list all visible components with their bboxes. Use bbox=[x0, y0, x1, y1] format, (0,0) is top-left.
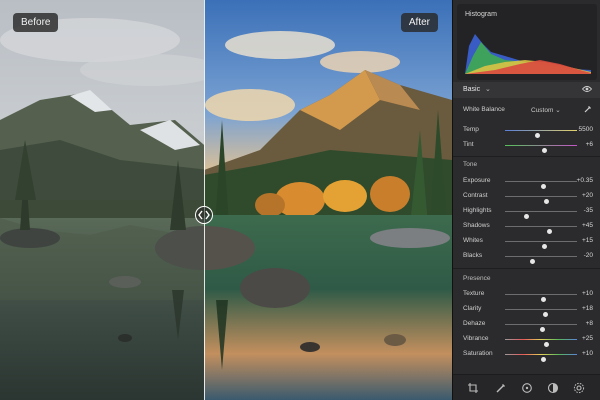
compare-divider[interactable] bbox=[204, 0, 205, 400]
slider-thumb[interactable] bbox=[534, 133, 540, 138]
slider-value[interactable]: +15 bbox=[582, 237, 593, 244]
slider-label: Contrast bbox=[463, 192, 488, 199]
slider-thumb[interactable] bbox=[540, 357, 546, 362]
slider-label: Vibrance bbox=[463, 335, 489, 342]
slider-label: Blacks bbox=[463, 252, 483, 259]
basic-title: Basic bbox=[463, 86, 481, 93]
slider-track[interactable] bbox=[505, 339, 577, 347]
slider-thumb[interactable] bbox=[542, 312, 548, 317]
slider-label: Temp bbox=[463, 126, 479, 133]
slider-thumb[interactable] bbox=[529, 259, 535, 264]
basic-section-header[interactable]: Basic ⌄ bbox=[453, 82, 600, 98]
slider-track[interactable] bbox=[505, 354, 577, 362]
eye-icon[interactable] bbox=[582, 85, 592, 93]
slider-track[interactable] bbox=[505, 324, 577, 332]
slider-exposure[interactable]: Exposure +0.35 bbox=[463, 175, 593, 189]
slider-thumb[interactable] bbox=[544, 342, 550, 347]
slider-value[interactable]: +8 bbox=[586, 320, 593, 327]
slider-highlights[interactable]: Highlights -35 bbox=[463, 205, 593, 219]
slider-vibrance[interactable]: Vibrance +25 bbox=[463, 333, 593, 347]
panel-divider bbox=[453, 156, 600, 157]
slider-label: Clarity bbox=[463, 305, 482, 312]
slider-label: Tint bbox=[463, 141, 474, 148]
histogram: Histogram bbox=[457, 4, 597, 80]
slider-track[interactable] bbox=[505, 211, 577, 219]
adjustments-panel: Histogram Basic ⌄ White Balance Custom ⌄… bbox=[452, 0, 600, 400]
white-balance-select[interactable]: Custom ⌄ bbox=[531, 106, 561, 114]
compare-handle[interactable] bbox=[195, 206, 213, 224]
slider-thumb[interactable] bbox=[547, 229, 553, 234]
color-icon[interactable] bbox=[547, 382, 559, 394]
slider-thumb[interactable] bbox=[539, 327, 545, 332]
slider-label: Shadows bbox=[463, 222, 490, 229]
eyedropper-icon[interactable] bbox=[583, 104, 593, 114]
slider-whites[interactable]: Whites +15 bbox=[463, 235, 593, 249]
filter-icon[interactable] bbox=[521, 382, 533, 394]
slider-track[interactable] bbox=[505, 196, 577, 204]
slider-value[interactable]: +18 bbox=[582, 305, 593, 312]
slider-contrast[interactable]: Contrast +20 bbox=[463, 190, 593, 204]
slider-clarity[interactable]: Clarity +18 bbox=[463, 303, 593, 317]
slider-texture[interactable]: Texture +10 bbox=[463, 288, 593, 302]
slider-thumb[interactable] bbox=[524, 214, 530, 219]
slider-track[interactable] bbox=[505, 226, 577, 234]
slider-track[interactable] bbox=[505, 256, 577, 264]
slider-thumb[interactable] bbox=[540, 297, 546, 302]
slider-value[interactable]: +0.35 bbox=[577, 177, 593, 184]
before-label: Before bbox=[13, 13, 59, 32]
after-label: After bbox=[400, 13, 438, 32]
slider-shadows[interactable]: Shadows +45 bbox=[463, 220, 593, 234]
landscape-photo bbox=[0, 0, 452, 400]
slider-track[interactable] bbox=[505, 130, 577, 138]
slider-blacks[interactable]: Blacks -20 bbox=[463, 250, 593, 264]
brush-icon[interactable] bbox=[495, 382, 507, 394]
slider-thumb[interactable] bbox=[542, 148, 548, 153]
photo-canvas[interactable]: Before After bbox=[0, 0, 452, 400]
settings-icon[interactable] bbox=[573, 382, 585, 394]
histogram-title: Histogram bbox=[465, 11, 497, 18]
crop-icon[interactable] bbox=[467, 382, 479, 394]
panel-divider bbox=[453, 268, 600, 269]
presence-section-title: Presence bbox=[463, 275, 491, 282]
chevron-down-icon: ⌄ bbox=[485, 86, 491, 93]
white-balance-value: Custom bbox=[531, 107, 554, 114]
white-balance-row: White Balance Custom ⌄ bbox=[463, 104, 593, 116]
slider-value[interactable]: -35 bbox=[584, 207, 593, 214]
slider-label: Saturation bbox=[463, 350, 493, 357]
slider-value[interactable]: +45 bbox=[582, 222, 593, 229]
chevron-down-icon: ⌄ bbox=[555, 107, 561, 114]
slider-value[interactable]: +20 bbox=[582, 192, 593, 199]
histogram-graph bbox=[465, 34, 591, 74]
slider-label: Dehaze bbox=[463, 320, 486, 327]
slider-track[interactable] bbox=[505, 309, 577, 317]
slider-value[interactable]: -20 bbox=[584, 252, 593, 259]
slider-saturation[interactable]: Saturation +10 bbox=[463, 348, 593, 362]
slider-temp[interactable]: Temp 5500 bbox=[463, 124, 593, 138]
white-balance-label: White Balance bbox=[463, 106, 505, 113]
slider-label: Whites bbox=[463, 237, 483, 244]
slider-value[interactable]: +6 bbox=[586, 141, 593, 148]
slider-track[interactable] bbox=[505, 294, 577, 302]
slider-value[interactable]: +10 bbox=[582, 350, 593, 357]
slider-dehaze[interactable]: Dehaze +8 bbox=[463, 318, 593, 332]
slider-label: Texture bbox=[463, 290, 485, 297]
slider-value[interactable]: +10 bbox=[582, 290, 593, 297]
slider-thumb[interactable] bbox=[544, 199, 550, 204]
slider-thumb[interactable] bbox=[540, 184, 546, 189]
slider-thumb[interactable] bbox=[542, 244, 548, 249]
slider-label: Highlights bbox=[463, 207, 492, 214]
slider-tint[interactable]: Tint +6 bbox=[463, 139, 593, 153]
split-arrows-icon bbox=[198, 210, 210, 220]
slider-label: Exposure bbox=[463, 177, 491, 184]
slider-value[interactable]: 5500 bbox=[579, 126, 593, 133]
slider-value[interactable]: +25 bbox=[582, 335, 593, 342]
slider-track[interactable] bbox=[505, 145, 577, 153]
bottom-toolbar bbox=[453, 374, 600, 400]
slider-track[interactable] bbox=[505, 241, 577, 249]
tone-section-title: Tone bbox=[463, 161, 478, 168]
slider-track[interactable] bbox=[505, 181, 577, 189]
